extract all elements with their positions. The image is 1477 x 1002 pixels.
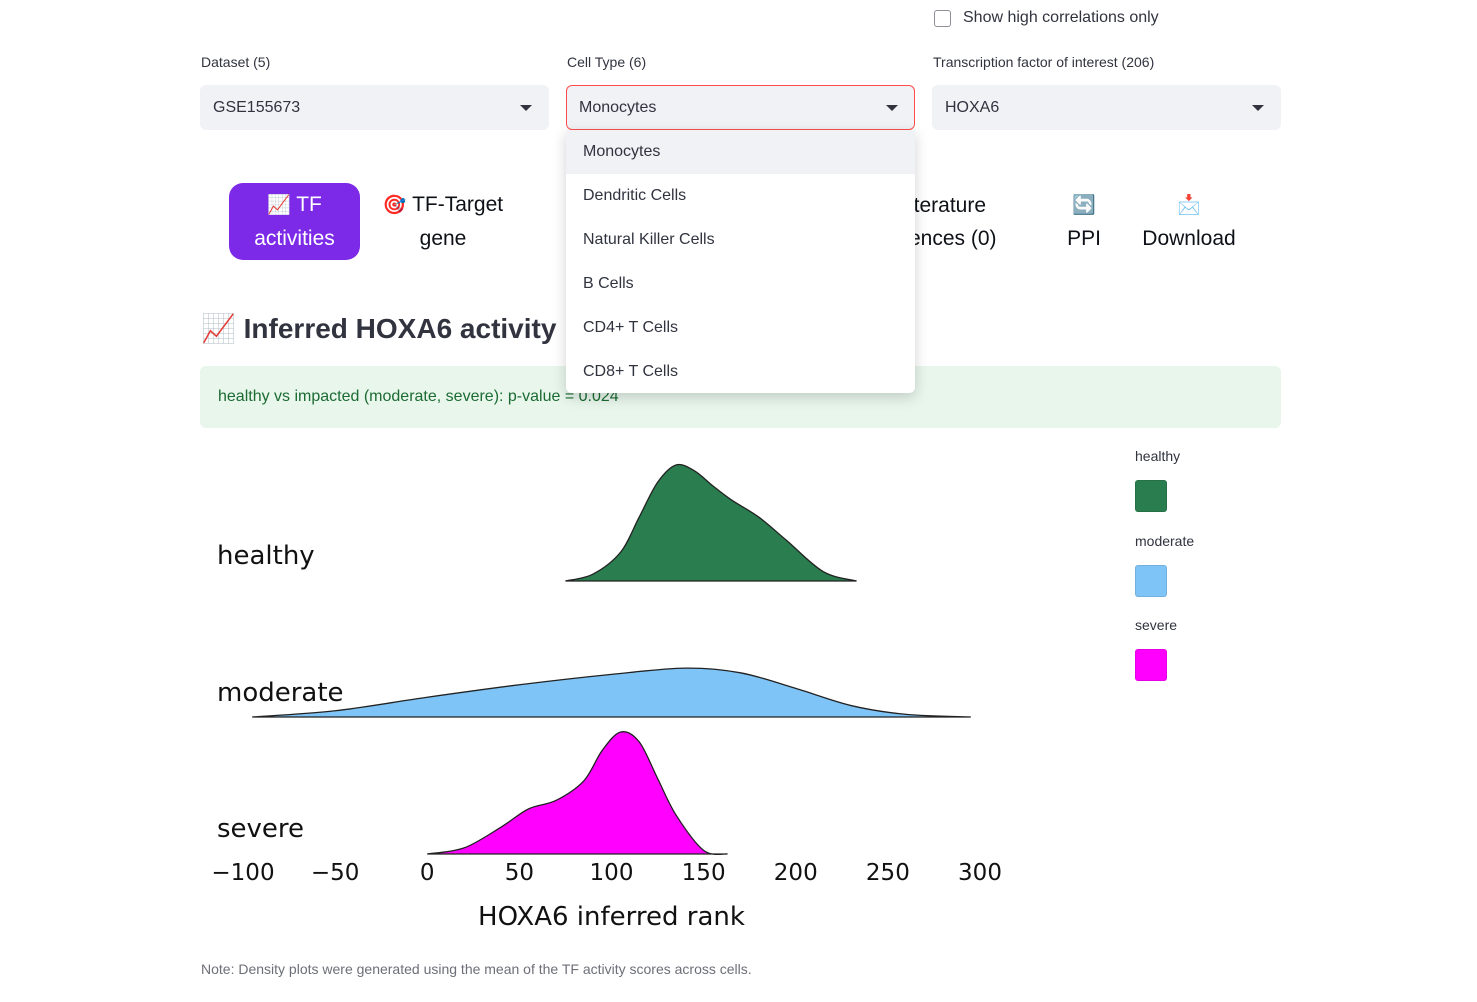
cell-type-select[interactable]: Monocytes bbox=[566, 85, 915, 130]
section-title-text: Inferred HOXA6 activity i bbox=[243, 313, 572, 344]
dropdown-option-natural-killer-cells[interactable]: Natural Killer Cells bbox=[566, 218, 915, 262]
ridge-density-chart: healthy moderate severe −100 −50 0 50 100 150 200… bbox=[211, 463, 1002, 932]
series-label-healthy: healthy bbox=[217, 541, 315, 571]
dropdown-option-cd4-t-cells[interactable]: CD4+ T Cells bbox=[566, 306, 915, 350]
tf-label: Transcription factor of interest (206) bbox=[933, 54, 1155, 70]
x-tick-label: 200 bbox=[774, 860, 818, 886]
download-envelope-icon: 📩 bbox=[1177, 194, 1201, 216]
tf-select[interactable]: HOXA6 bbox=[932, 85, 1281, 130]
high-correlations-toggle[interactable]: Show high correlations only bbox=[934, 9, 1159, 27]
tab-label-line1: TF-Target bbox=[412, 193, 504, 216]
tf-select-value: HOXA6 bbox=[945, 98, 1000, 116]
density-area-severe bbox=[427, 731, 728, 856]
density-area-healthy bbox=[565, 463, 857, 582]
footnote: Note: Density plots were generated using… bbox=[201, 961, 752, 977]
chevron-down-icon bbox=[886, 105, 898, 111]
cell-type-label: Cell Type (6) bbox=[567, 54, 647, 70]
x-tick-label: 250 bbox=[866, 860, 910, 886]
dropdown-option-b-cells[interactable]: B Cells bbox=[566, 262, 915, 306]
dropdown-option-dendritic-cells[interactable]: Dendritic Cells bbox=[566, 174, 915, 218]
tab-tf-target-gene[interactable]: 🎯 TF-Target gene bbox=[379, 183, 507, 260]
legend-label: severe bbox=[1135, 617, 1178, 633]
dataset-label: Dataset (5) bbox=[201, 54, 271, 70]
legend-label: moderate bbox=[1135, 533, 1195, 549]
legend-swatch bbox=[1135, 649, 1167, 681]
cell-type-select-value: Monocytes bbox=[579, 98, 657, 116]
x-axis-label: HOXA6 inferred rank bbox=[478, 902, 745, 932]
tab-label-line2: Download bbox=[1142, 226, 1236, 250]
cell-type-dropdown-menu: Monocytes Dendritic Cells Natural Killer… bbox=[566, 130, 915, 393]
x-tick-label: 0 bbox=[420, 860, 435, 886]
legend-swatch bbox=[1135, 480, 1167, 512]
legend-label: healthy bbox=[1135, 448, 1181, 464]
legend-item-severe: severe bbox=[1135, 617, 1178, 681]
tab-label-line1: iterature bbox=[909, 193, 987, 217]
high-correlations-checkbox[interactable] bbox=[934, 9, 951, 27]
section-title: 📈 Inferred HOXA6 activity i bbox=[201, 312, 572, 345]
chart-increasing-icon: 📈 bbox=[201, 313, 236, 344]
legend-item-healthy: healthy bbox=[1135, 448, 1181, 512]
tab-download[interactable]: 📩 Download bbox=[1134, 183, 1244, 260]
refresh-icon: 🔄 bbox=[1072, 194, 1096, 216]
legend-swatch bbox=[1135, 565, 1167, 597]
tab-tf-activities[interactable]: 📈 TF activities bbox=[229, 183, 360, 260]
dataset-select[interactable]: GSE155673 bbox=[200, 85, 549, 130]
dropdown-option-cd8-t-cells[interactable]: CD8+ T Cells bbox=[566, 350, 915, 394]
p-value-text: healthy vs impacted (moderate, severe): … bbox=[218, 388, 619, 405]
chevron-down-icon bbox=[1252, 105, 1264, 111]
target-icon: 🎯 bbox=[382, 195, 407, 216]
tab-label-line1: TF bbox=[296, 193, 322, 216]
x-tick-label: 50 bbox=[505, 860, 534, 886]
tab-label-line2: ences (0) bbox=[909, 226, 997, 250]
dropdown-option-monocytes[interactable]: Monocytes bbox=[566, 130, 915, 174]
density-area-moderate bbox=[252, 667, 971, 718]
x-tick-label: 100 bbox=[590, 860, 634, 886]
tab-literature-evidences[interactable]: iterature ences (0) bbox=[909, 183, 1009, 260]
series-label-severe: severe bbox=[217, 814, 304, 844]
tab-ppi[interactable]: 🔄 PPI bbox=[1054, 183, 1114, 260]
legend-item-moderate: moderate bbox=[1135, 533, 1195, 597]
x-tick-label: −50 bbox=[311, 860, 360, 886]
x-tick-label: −100 bbox=[211, 860, 274, 886]
series-label-moderate: moderate bbox=[217, 678, 344, 708]
chevron-down-icon bbox=[520, 105, 532, 111]
dataset-select-value: GSE155673 bbox=[213, 98, 301, 116]
x-tick-label: 150 bbox=[682, 860, 726, 886]
chart-increasing-icon: 📈 bbox=[267, 195, 291, 216]
tab-label-line2: gene bbox=[419, 227, 467, 250]
tab-label-line2: activities bbox=[254, 227, 335, 250]
x-tick-label: 300 bbox=[958, 860, 1002, 886]
high-correlations-label: Show high correlations only bbox=[963, 9, 1159, 26]
tab-label-line2: PPI bbox=[1067, 226, 1101, 250]
